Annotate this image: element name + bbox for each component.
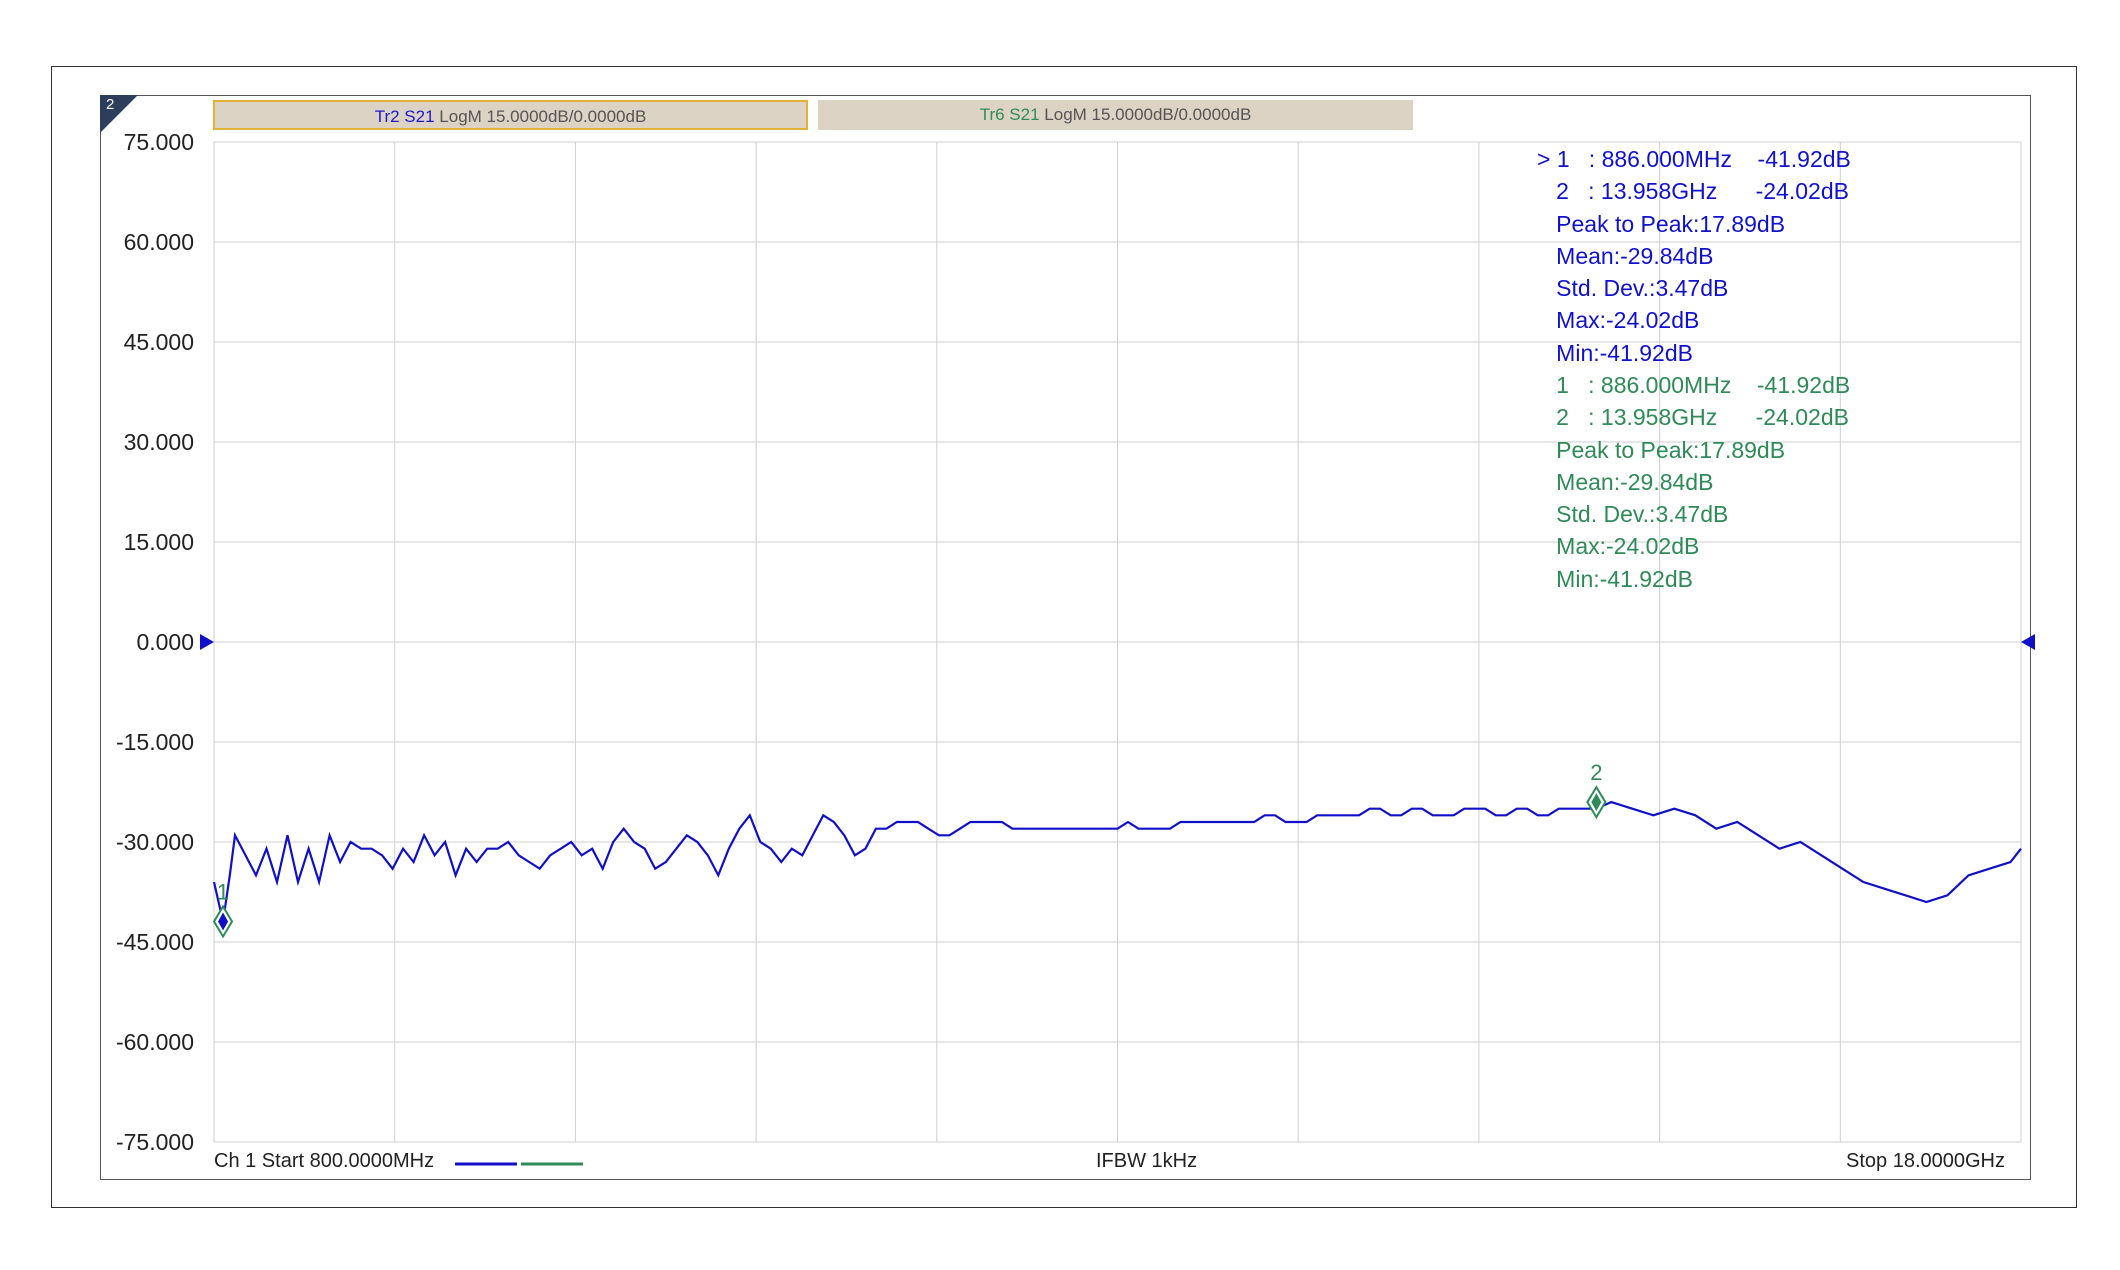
footer-stop: Stop 18.0000GHz bbox=[1846, 1150, 2005, 1172]
readout-tr2-line-2: Peak to Peak:17.89dB bbox=[1537, 210, 1786, 237]
readout-tr6-line-6: Min:-41.92dB bbox=[1537, 565, 1693, 592]
y-tick-label: -75.000 bbox=[116, 1129, 194, 1155]
readout-tr6-line-5: Max:-24.02dB bbox=[1537, 533, 1700, 560]
readout-tr2-line-5: Max:-24.02dB bbox=[1537, 307, 1700, 334]
y-tick-label: -15.000 bbox=[116, 729, 194, 755]
readout-tr2-line-3: Mean:-29.84dB bbox=[1537, 242, 1714, 269]
readout-tr6-line-3: Mean:-29.84dB bbox=[1537, 468, 1714, 495]
readout-tr2-line-6: Min:-41.92dB bbox=[1537, 339, 1693, 366]
marker-layer: 12 bbox=[212, 760, 1607, 939]
y-tick-label: -30.000 bbox=[116, 829, 194, 855]
y-tick-label: -60.000 bbox=[116, 1029, 194, 1055]
y-tick-label: 75.000 bbox=[124, 129, 194, 155]
footer-trace-swatches bbox=[455, 1162, 583, 1166]
readout-tr2-line-1: 2 : 13.958GHz -24.02dB bbox=[1537, 178, 1849, 205]
y-tick-label: 30.000 bbox=[124, 429, 194, 455]
marker-1-label: 1 bbox=[217, 879, 229, 904]
reference-level-left-arrow-icon bbox=[200, 634, 214, 650]
y-tick-label: 45.000 bbox=[124, 329, 194, 355]
readout-tr6-line-2: Peak to Peak:17.89dB bbox=[1537, 436, 1786, 463]
marker-2-label: 2 bbox=[1590, 760, 1602, 785]
readout-tr6-line-1: 2 : 13.958GHz -24.02dB bbox=[1537, 404, 1849, 431]
y-tick-label: 0.000 bbox=[136, 629, 194, 655]
readout-tr6-line-4: Std. Dev.:3.47dB bbox=[1537, 501, 1729, 528]
marker-readout-tr2: > 1 : 886.000MHz -41.92dB 2 : 13.958GHz … bbox=[1537, 143, 1851, 369]
readout-tr2-line-0: > 1 : 886.000MHz -41.92dB bbox=[1537, 146, 1851, 172]
footer-ifbw: IFBW 1kHz bbox=[1096, 1150, 1198, 1172]
marker-readout-tr6: 1 : 886.000MHz -41.92dB 2 : 13.958GHz -2… bbox=[1537, 369, 1850, 595]
y-axis-ticks: 75.000 60.000 45.000 30.000 15.000 0.000 -15.0… bbox=[116, 129, 194, 1155]
readout-tr6-line-0: 1 : 886.000MHz -41.92dB bbox=[1537, 372, 1851, 398]
reference-level-right-arrow-icon bbox=[2021, 634, 2035, 650]
y-tick-label: -45.000 bbox=[116, 929, 194, 955]
footer-start: Ch 1 Start 800.0000MHz bbox=[214, 1150, 435, 1172]
y-tick-label: 60.000 bbox=[124, 229, 194, 255]
readout-tr2-line-4: Std. Dev.:3.47dB bbox=[1537, 275, 1729, 302]
y-tick-label: 15.000 bbox=[124, 529, 194, 555]
